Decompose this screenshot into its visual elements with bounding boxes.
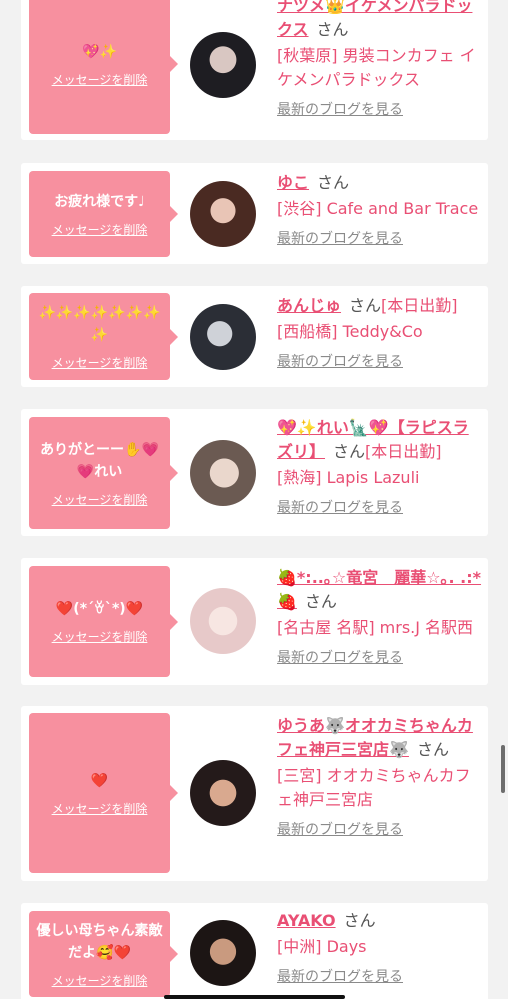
latest-blog-link[interactable]: 最新のブログを見る bbox=[277, 100, 482, 120]
avatar[interactable] bbox=[190, 440, 256, 506]
message-text: ありがとーー✋💗💗れい bbox=[40, 441, 159, 480]
message-bubble: 優しい母ちゃん素敵だよ🥰❤️ メッセージを削除 bbox=[29, 911, 178, 997]
message-text: ❤️ bbox=[90, 772, 109, 789]
latest-blog-link[interactable]: 最新のブログを見る bbox=[277, 648, 482, 668]
cast-name-link[interactable]: AYAKO bbox=[277, 911, 336, 930]
message-card: 優しい母ちゃん素敵だよ🥰❤️ メッセージを削除 AYAKO さん [中洲] Day… bbox=[21, 903, 488, 999]
cast-name-link[interactable]: あんじゅ bbox=[277, 296, 341, 315]
delete-message-link[interactable]: メッセージを削除 bbox=[52, 972, 148, 989]
cast-name-line: 💖✨れい🗽💖【ラピスラズリ】 さん[本日出勤] bbox=[277, 416, 482, 464]
message-card: ✨✨✨✨✨✨✨✨ メッセージを削除 あんじゅ さん[本日出勤] [西船橋] Ted… bbox=[21, 286, 488, 387]
message-card: ❤️ メッセージを削除 ゆうあ🐺オオカミちゃんカフェ神戸三宮店🐺 さん [三宮] … bbox=[21, 706, 488, 881]
today-working-label: [本日出勤] bbox=[365, 442, 442, 461]
cast-name-link[interactable]: ゆこ bbox=[277, 173, 309, 192]
message-text: 優しい母ちゃん素敵だよ🥰❤️ bbox=[36, 922, 163, 961]
avatar[interactable] bbox=[190, 181, 256, 247]
shop-name: [西船橋] Teddy&Co bbox=[277, 322, 423, 341]
cast-name-link[interactable]: ナツメ👑イケメンパラドックス bbox=[277, 0, 472, 39]
message-text: お疲れ様です♩ bbox=[54, 193, 145, 210]
latest-blog-link[interactable]: 最新のブログを見る bbox=[277, 498, 482, 518]
home-indicator[interactable] bbox=[164, 995, 345, 999]
shop-name: [秋葉原] 男装コンカフェ イケメンパラドックス bbox=[277, 46, 476, 89]
delete-message-link[interactable]: メッセージを削除 bbox=[52, 491, 148, 508]
shop-name: [中洲] Days bbox=[277, 937, 367, 956]
message-card: 💖✨ メッセージを削除 ナツメ👑イケメンパラドックス さん [秋葉原] 男装コンカ… bbox=[21, 0, 488, 140]
san-suffix: さん bbox=[349, 296, 382, 315]
shop-name: [渋谷] Cafe and Bar Trace bbox=[277, 199, 479, 218]
cast-name-line: ゆこ さん bbox=[277, 171, 482, 195]
shop-name: [三宮] オオカミちゃんカフェ神戸三宮店 bbox=[277, 766, 471, 809]
cast-name-line: あんじゅ さん[本日出勤] bbox=[277, 294, 482, 318]
cast-name-line: ゆうあ🐺オオカミちゃんカフェ神戸三宮店🐺 さん bbox=[277, 714, 482, 762]
message-bubble: ❤️ メッセージを削除 bbox=[29, 713, 178, 873]
message-bubble: 💖✨ メッセージを削除 bbox=[29, 0, 178, 134]
message-card: ありがとーー✋💗💗れい メッセージを削除 💖✨れい🗽💖【ラピスラズリ】 さん[本日… bbox=[21, 409, 488, 536]
message-list: 💖✨ メッセージを削除 ナツメ👑イケメンパラドックス さん [秋葉原] 男装コンカ… bbox=[0, 0, 508, 999]
avatar[interactable] bbox=[190, 304, 256, 370]
message-card: お疲れ様です♩ メッセージを削除 ゆこ さん [渋谷] Cafe and Bar … bbox=[21, 163, 488, 264]
latest-blog-link[interactable]: 最新のブログを見る bbox=[277, 229, 482, 249]
delete-message-link[interactable]: メッセージを削除 bbox=[52, 800, 148, 817]
avatar[interactable] bbox=[190, 920, 256, 986]
san-suffix: さん bbox=[316, 20, 349, 39]
message-text: 💖✨ bbox=[82, 43, 117, 60]
delete-message-link[interactable]: メッセージを削除 bbox=[52, 354, 148, 371]
cast-name-line: AYAKO さん bbox=[277, 909, 482, 933]
latest-blog-link[interactable]: 最新のブログを見る bbox=[277, 820, 482, 840]
san-suffix: さん bbox=[416, 740, 449, 759]
message-bubble: お疲れ様です♩ メッセージを削除 bbox=[29, 171, 178, 257]
message-bubble: ✨✨✨✨✨✨✨✨ メッセージを削除 bbox=[29, 293, 178, 380]
message-bubble: ❤️(*´ꈊ`*)❤️ メッセージを削除 bbox=[29, 566, 178, 677]
message-text: ❤️(*´ꈊ`*)❤️ bbox=[55, 601, 144, 617]
shop-name: [熱海] Lapis Lazuli bbox=[277, 468, 420, 487]
latest-blog-link[interactable]: 最新のブログを見る bbox=[277, 352, 482, 372]
avatar[interactable] bbox=[190, 588, 256, 654]
delete-message-link[interactable]: メッセージを削除 bbox=[52, 628, 148, 645]
today-working-label: [本日出勤] bbox=[381, 296, 458, 315]
latest-blog-link[interactable]: 最新のブログを見る bbox=[277, 967, 482, 987]
delete-message-link[interactable]: メッセージを削除 bbox=[52, 71, 148, 88]
cast-name-line: 🍓*:..｡☆竜宮 麗華☆｡. .:*🍓 さん bbox=[277, 566, 482, 614]
message-bubble: ありがとーー✋💗💗れい メッセージを削除 bbox=[29, 417, 178, 529]
shop-name: [名古屋 名駅] mrs.J 名駅西 bbox=[277, 618, 474, 637]
san-suffix: さん bbox=[317, 173, 350, 192]
message-card: ❤️(*´ꈊ`*)❤️ メッセージを削除 🍓*:..｡☆竜宮 麗華☆｡. .:*… bbox=[21, 558, 488, 685]
scrollbar[interactable] bbox=[501, 745, 505, 793]
san-suffix: さん bbox=[343, 911, 376, 930]
delete-message-link[interactable]: メッセージを削除 bbox=[52, 221, 148, 238]
avatar[interactable] bbox=[190, 32, 256, 98]
message-text: ✨✨✨✨✨✨✨✨ bbox=[38, 305, 161, 343]
san-suffix: さん bbox=[333, 442, 366, 461]
cast-name-line: ナツメ👑イケメンパラドックス さん bbox=[277, 0, 482, 42]
avatar[interactable] bbox=[190, 760, 256, 826]
san-suffix: さん bbox=[304, 592, 337, 611]
